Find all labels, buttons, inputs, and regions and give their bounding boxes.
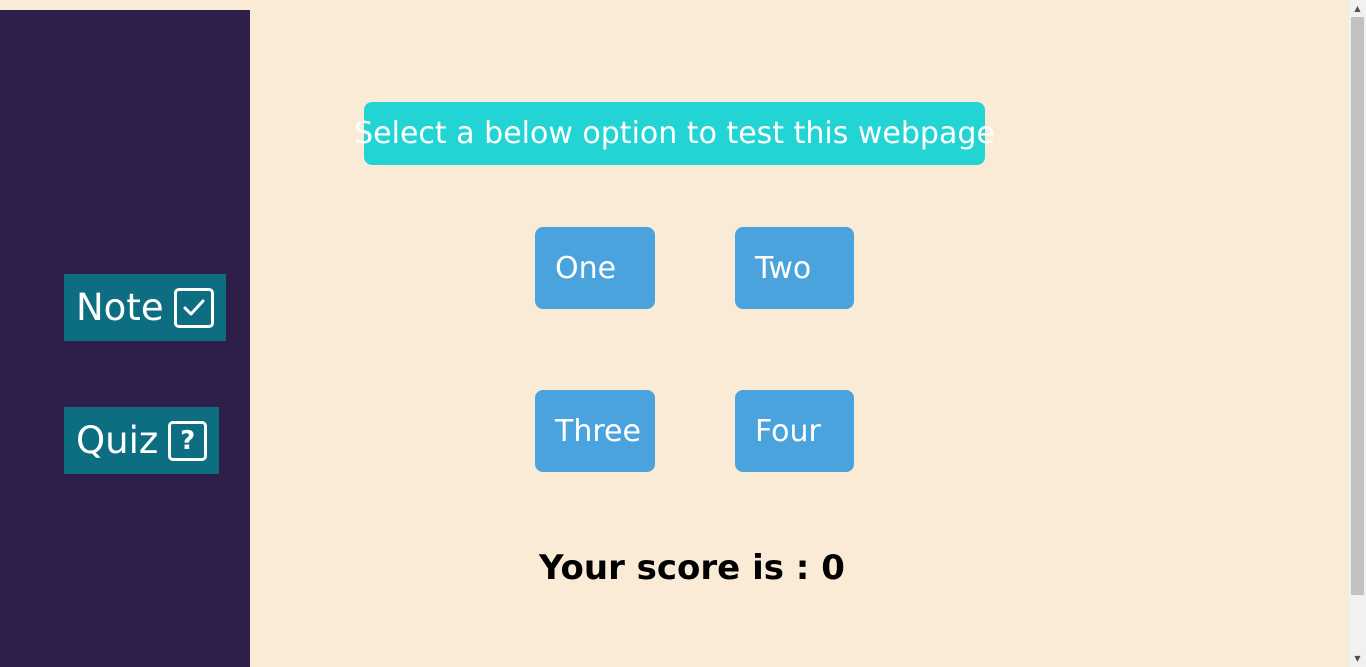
note-button[interactable]: Note bbox=[64, 274, 226, 341]
vertical-scrollbar[interactable]: ▲ ▼ bbox=[1349, 0, 1366, 667]
quiz-label: Quiz bbox=[76, 419, 159, 462]
prompt-banner: Select a below option to test this webpa… bbox=[354, 102, 995, 165]
note-label: Note bbox=[76, 286, 164, 329]
option-four-button[interactable]: Four bbox=[735, 390, 854, 472]
quiz-button[interactable]: Quiz ? bbox=[64, 407, 219, 474]
score-text: Your score is : 0 bbox=[539, 548, 845, 588]
scrollbar-thumb[interactable] bbox=[1351, 17, 1364, 595]
option-one-button[interactable]: One bbox=[535, 227, 655, 309]
sidebar: Note Quiz ? bbox=[0, 10, 250, 667]
scroll-up-icon[interactable]: ▲ bbox=[1349, 0, 1366, 17]
option-three-button[interactable]: Three bbox=[535, 390, 655, 472]
option-two-button[interactable]: Two bbox=[735, 227, 854, 309]
checkbox-checked-icon bbox=[173, 287, 214, 328]
scroll-down-icon[interactable]: ▼ bbox=[1349, 650, 1366, 667]
question-box-icon: ? bbox=[168, 420, 207, 461]
